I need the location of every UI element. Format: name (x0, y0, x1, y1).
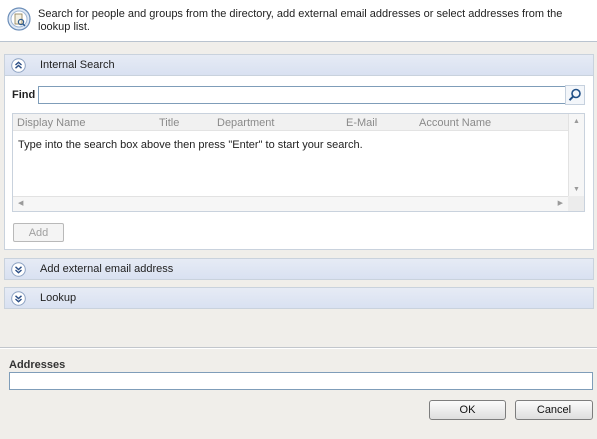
horizontal-scrollbar[interactable]: ◀ ▶ (13, 196, 570, 211)
section-add-external-email[interactable]: Add external email address (4, 258, 594, 280)
section-label: Internal Search (40, 59, 115, 71)
cancel-button[interactable]: Cancel (515, 400, 593, 420)
addresses-field[interactable] (9, 372, 593, 390)
column-header-email[interactable]: E-Mail (346, 117, 377, 129)
dialog-header: Search for people and groups from the di… (0, 0, 597, 42)
results-empty-message: Type into the search box above then pres… (18, 139, 363, 151)
expand-chevron-icon[interactable] (11, 262, 26, 277)
section-label: Add external email address (40, 263, 174, 275)
expand-chevron-icon[interactable] (11, 291, 26, 306)
add-button[interactable]: Add (13, 223, 64, 242)
search-button[interactable] (565, 85, 585, 105)
footer-divider (0, 347, 597, 349)
results-column-headers: Display Name Title Department E-Mail Acc… (13, 114, 570, 131)
find-input[interactable] (38, 86, 566, 104)
people-picker-dialog: Search for people and groups from the di… (0, 0, 597, 439)
ok-button[interactable]: OK (429, 400, 506, 420)
vertical-scrollbar[interactable]: ▲ ▼ (568, 114, 584, 198)
scrollbar-corner (568, 196, 584, 211)
search-results-grid: Display Name Title Department E-Mail Acc… (12, 113, 585, 212)
section-internal-search[interactable]: Internal Search (4, 54, 594, 76)
column-header-account-name[interactable]: Account Name (419, 117, 491, 129)
column-header-display-name[interactable]: Display Name (17, 117, 85, 129)
scroll-up-arrow-icon[interactable]: ▲ (573, 118, 580, 126)
scroll-down-arrow-icon[interactable]: ▼ (573, 186, 580, 194)
scroll-right-arrow-icon[interactable]: ▶ (558, 200, 563, 208)
collapse-chevron-icon[interactable] (11, 58, 26, 73)
dialog-description: Search for people and groups from the di… (38, 8, 563, 33)
address-book-search-icon (6, 6, 32, 32)
scroll-left-arrow-icon[interactable]: ◀ (18, 200, 23, 208)
section-label: Lookup (40, 292, 77, 304)
search-icon (566, 88, 584, 107)
section-lookup[interactable]: Lookup (4, 287, 594, 309)
addresses-label: Addresses (9, 359, 66, 371)
column-header-department[interactable]: Department (217, 117, 274, 129)
find-label: Find (12, 89, 36, 101)
column-header-title[interactable]: Title (159, 117, 179, 129)
